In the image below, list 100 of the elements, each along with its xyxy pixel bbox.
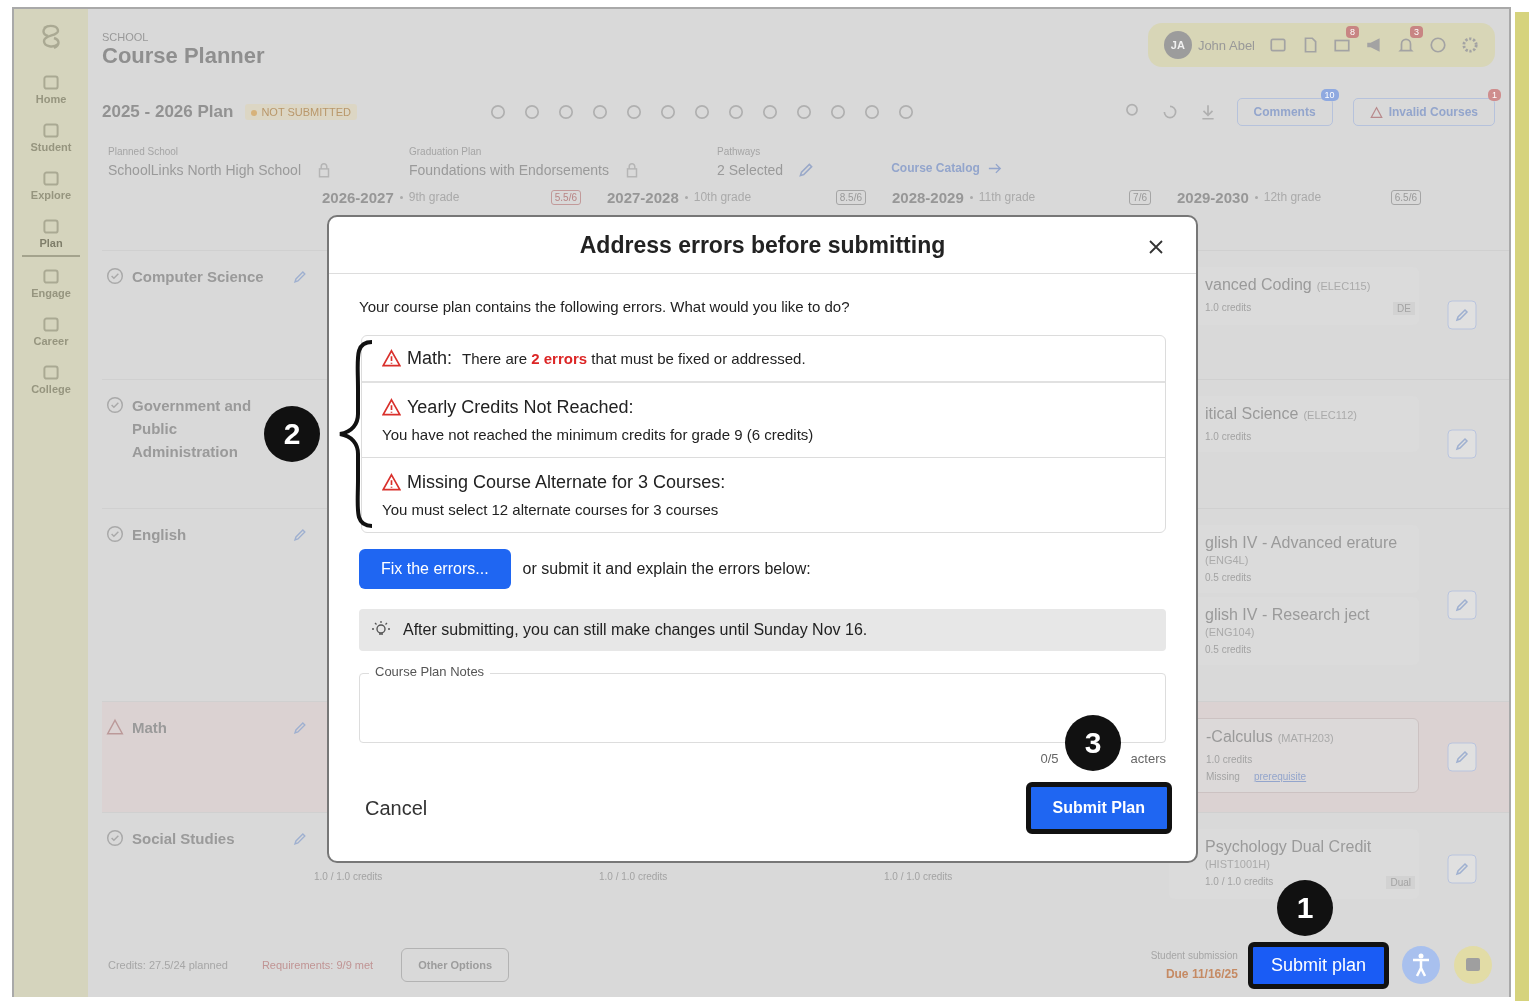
- credit-badge: 6.5/6: [1390, 189, 1421, 205]
- character-counter: acters: [1130, 751, 1166, 766]
- nav-item[interactable]: Career: [22, 309, 80, 353]
- warning-icon: [106, 718, 124, 736]
- tool-icon[interactable]: [523, 103, 541, 121]
- edit-button[interactable]: [1447, 742, 1477, 772]
- submit-hint: or submit it and explain the errors below:: [522, 560, 811, 578]
- subject-name: Math: [132, 718, 168, 738]
- pencil-icon[interactable]: [292, 269, 308, 285]
- pencil-icon[interactable]: [292, 831, 308, 847]
- error-detail: You have not reached the minimum credits for grade 9 (6 credits): [382, 426, 815, 443]
- close-icon[interactable]: [1148, 239, 1164, 255]
- tool-icon[interactable]: [659, 103, 677, 121]
- error-title: Math:: [407, 348, 453, 369]
- tool-icon[interactable]: [727, 103, 745, 121]
- user-avatar[interactable]: JA: [1163, 31, 1192, 59]
- nav-item[interactable]: Engage: [22, 261, 80, 305]
- nav-item[interactable]: Home: [22, 67, 80, 111]
- tool-icon[interactable]: [693, 103, 711, 121]
- course-title: -Calculus: [1206, 727, 1273, 747]
- check-circle-icon: [106, 396, 124, 414]
- subject-name: Computer Science: [132, 267, 265, 287]
- course-title: vanced Coding: [1205, 275, 1312, 295]
- field-value: 2 Selected: [717, 162, 784, 178]
- invalid-courses-button[interactable]: Invalid Courses: [1352, 98, 1495, 126]
- comment-count-badge: 10: [1320, 89, 1339, 101]
- tool-icon[interactable]: [489, 103, 507, 121]
- edit-button[interactable]: [1447, 590, 1477, 620]
- notification-count-badge: 3: [1410, 26, 1423, 38]
- year-heading: 2027-2028: [607, 188, 679, 206]
- accessibility-icon[interactable]: [1401, 945, 1441, 985]
- other-options-button[interactable]: Other Options: [401, 948, 510, 982]
- info-text: After submitting, you can still make changes until Sunday Nov 16.: [403, 621, 868, 639]
- tool-icon[interactable]: [795, 103, 813, 121]
- message-count-badge: 8: [1346, 26, 1359, 38]
- check-circle-icon: [106, 525, 124, 543]
- bell-icon[interactable]: [1397, 36, 1415, 54]
- field-value: Foundations with Endorsements: [409, 162, 609, 178]
- megaphone-icon[interactable]: [1365, 36, 1383, 54]
- missing-label: Missing: [1206, 771, 1240, 782]
- course-title: glish IV - Advanced erature: [1205, 533, 1398, 553]
- nav-item[interactable]: Explore: [22, 163, 80, 207]
- edit-button[interactable]: [1447, 429, 1477, 459]
- check-circle-icon: [106, 267, 124, 285]
- year-heading: 2029-2030: [1177, 188, 1249, 206]
- invalid-count-badge: 1: [1488, 89, 1501, 101]
- due-date: Due 11/16/25: [1165, 966, 1238, 981]
- fix-errors-button[interactable]: Fix the errors...: [359, 549, 511, 589]
- tool-icon[interactable]: [897, 103, 915, 121]
- chat-icon[interactable]: [1453, 945, 1493, 985]
- course-title: Psychology Dual Credit: [1205, 837, 1372, 857]
- credit-badge: 8.5/6: [835, 189, 866, 205]
- course-title: glish IV - Research ject: [1205, 605, 1370, 625]
- year-heading: 2028-2029: [892, 188, 964, 206]
- edit-button[interactable]: [1447, 854, 1477, 884]
- pencil-icon[interactable]: [797, 161, 816, 179]
- step-marker: 2: [264, 406, 320, 462]
- error-detail: There are 2 errors that must be fixed or addressed.: [462, 350, 806, 367]
- edit-button[interactable]: [1447, 300, 1477, 330]
- error-title: Missing Course Alternate for 3 Courses:: [407, 472, 726, 493]
- tool-icon[interactable]: [557, 103, 575, 121]
- warning-icon: [382, 349, 401, 368]
- prerequisite-link[interactable]: prerequisite: [1253, 771, 1307, 782]
- requirements-summary: Requirements: 9/9 met: [260, 958, 375, 973]
- field-value: SchoolLinks North High School: [108, 162, 301, 178]
- page-title: Course Planner: [102, 43, 265, 69]
- card-icon[interactable]: [1269, 36, 1287, 54]
- settings-icon[interactable]: [1461, 36, 1479, 54]
- course-catalog-link[interactable]: Course Catalog: [891, 161, 980, 175]
- nav-item[interactable]: Student: [22, 115, 80, 159]
- course-title: itical Science: [1205, 404, 1299, 424]
- error-title: Yearly Credits Not Reached:: [407, 397, 634, 418]
- pencil-icon[interactable]: [292, 527, 308, 543]
- check-circle-icon: [106, 829, 124, 847]
- step-marker: 1: [1277, 880, 1333, 936]
- warning-icon: [382, 473, 401, 492]
- notes-label: Course Plan Notes: [369, 664, 491, 679]
- tool-icon[interactable]: [591, 103, 609, 121]
- cancel-button[interactable]: Cancel: [365, 796, 428, 820]
- submit-plan-button[interactable]: Submit Plan: [1025, 782, 1172, 834]
- tool-icon[interactable]: [625, 103, 643, 121]
- tool-icon[interactable]: [863, 103, 881, 121]
- tool-icon[interactable]: [829, 103, 847, 121]
- dialog-message: Your course plan contains the following errors. What would you like to do?: [359, 298, 851, 315]
- arrow-right-icon: [987, 162, 1002, 174]
- character-counter: 0/5: [1040, 751, 1059, 766]
- pencil-icon[interactable]: [292, 720, 308, 736]
- warning-icon: [382, 398, 401, 417]
- nav-item[interactable]: Plan: [22, 211, 80, 257]
- section-label: SCHOOL: [102, 31, 150, 43]
- nav-item[interactable]: College: [22, 357, 80, 401]
- plan-title: 2025 - 2026 Plan: [102, 102, 234, 122]
- year-heading: 2026-2027: [322, 188, 394, 206]
- tool-icon[interactable]: [761, 103, 779, 121]
- subject-name: Government and Public Administration: [132, 396, 253, 462]
- dialog-title: Address errors before submitting: [579, 231, 946, 259]
- subject-name: English: [132, 525, 188, 545]
- submit-plan-button[interactable]: Submit plan: [1247, 941, 1389, 989]
- help-icon[interactable]: [1429, 36, 1447, 54]
- error-detail: You must select 12 alternate courses for 3 courses: [382, 501, 720, 518]
